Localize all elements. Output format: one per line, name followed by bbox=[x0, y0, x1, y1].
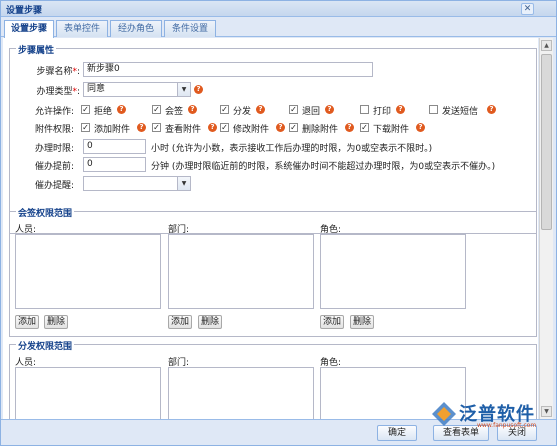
checkbox-reject[interactable]: ✓ bbox=[81, 105, 90, 114]
countersign-dept-delete-button[interactable]: 删除 bbox=[198, 315, 222, 329]
countersign-person-list[interactable] bbox=[15, 234, 161, 309]
checkbox-countersign[interactable]: ✓ bbox=[152, 105, 161, 114]
countersign-dept-list[interactable] bbox=[168, 234, 314, 309]
checkbox-add-attachment[interactable]: ✓ bbox=[81, 123, 90, 132]
checkbox-delete-attachment[interactable]: ✓ bbox=[289, 123, 298, 132]
ok-button[interactable]: 确定 bbox=[377, 425, 417, 441]
time-limit-note: 小时 (允许为小数，表示接收工作后办理的时限，为0或空表示不限时。) bbox=[151, 144, 433, 154]
time-limit-label: 办理时限: bbox=[34, 144, 74, 154]
help-icon[interactable]: ? bbox=[325, 105, 334, 114]
urge-advance-label: 催办提前: bbox=[34, 162, 74, 172]
edit-attachment-label: 修改附件 bbox=[233, 125, 270, 135]
tab-condition-settings[interactable]: 条件设置 bbox=[164, 20, 216, 37]
attach-perm-label: 附件权限: bbox=[34, 125, 74, 135]
help-icon[interactable]: ? bbox=[137, 123, 146, 132]
help-icon[interactable]: ? bbox=[276, 123, 285, 132]
send-sms-label: 发送短信 bbox=[442, 107, 479, 117]
checkbox-print[interactable] bbox=[360, 105, 369, 114]
step-properties-fieldset: 步骤属性 步骤名称*: 新步骤0 办理类型*: 同意 ▼ ? 允许操作: ✓ 拒… bbox=[9, 43, 537, 234]
close-icon[interactable]: ✕ bbox=[521, 3, 534, 15]
fanpu-logo: 泛普软件 www.fanpusoft.com bbox=[431, 397, 551, 435]
countersign-role-add-button[interactable]: 添加 bbox=[320, 315, 344, 329]
dialog-window: 设置步骤 ✕ 设置步骤 表单控件 经办角色 条件设置 步骤属性 步骤名称*: 新… bbox=[0, 0, 557, 446]
scrollbar-thumb[interactable] bbox=[541, 54, 552, 230]
distribute-person-list[interactable] bbox=[15, 367, 161, 419]
tab-form-controls[interactable]: 表单控件 bbox=[56, 20, 108, 37]
tab-step-settings[interactable]: 设置步骤 bbox=[4, 20, 54, 38]
countersign-scope-fieldset: 会签权限范围 人员: 添加 删除 部门: 添加 删除 角色: 添加 删除 bbox=[9, 206, 537, 337]
countersign-person-delete-button[interactable]: 删除 bbox=[44, 315, 68, 329]
logo-mark-icon bbox=[432, 402, 456, 426]
allow-ops-label: 允许操作: bbox=[34, 107, 74, 117]
help-icon[interactable]: ? bbox=[188, 105, 197, 114]
countersign-role-delete-button[interactable]: 删除 bbox=[350, 315, 374, 329]
add-attachment-label: 添加附件 bbox=[94, 125, 131, 135]
vertical-scrollbar[interactable]: ▲ ▼ bbox=[539, 38, 553, 419]
delete-attachment-label: 删除附件 bbox=[302, 125, 339, 135]
help-icon[interactable]: ? bbox=[117, 105, 126, 114]
help-icon[interactable]: ? bbox=[487, 105, 496, 114]
title-bar: 设置步骤 ✕ bbox=[1, 1, 556, 17]
step-name-input[interactable]: 新步骤0 bbox=[83, 62, 373, 77]
help-icon[interactable]: ? bbox=[208, 123, 217, 132]
countersign-scope-legend: 会签权限范围 bbox=[16, 206, 75, 219]
distribute-scope-legend: 分发权限范围 bbox=[16, 339, 75, 352]
distribute-label: 分发 bbox=[233, 107, 252, 117]
print-label: 打印 bbox=[373, 107, 392, 117]
handle-type-value: 同意 bbox=[87, 84, 106, 94]
download-attachment-label: 下载附件 bbox=[373, 125, 410, 135]
urge-advance-input[interactable]: 0 bbox=[83, 157, 146, 172]
step-properties-legend: 步骤属性 bbox=[16, 43, 57, 56]
countersign-person-add-button[interactable]: 添加 bbox=[15, 315, 39, 329]
tab-content: 步骤属性 步骤名称*: 新步骤0 办理类型*: 同意 ▼ ? 允许操作: ✓ 拒… bbox=[3, 38, 538, 419]
time-limit-input[interactable]: 0 bbox=[83, 139, 146, 154]
urge-advance-note: 分钟 (办理时限临近前的时限，系统催办时间不能超过办理时限，为0或空表示不催办。… bbox=[151, 162, 496, 172]
countersign-role-list[interactable] bbox=[320, 234, 466, 309]
chevron-down-icon[interactable]: ▼ bbox=[177, 83, 190, 96]
return-label: 退回 bbox=[302, 107, 321, 117]
countersign-label: 会签 bbox=[165, 107, 184, 117]
help-icon[interactable]: ? bbox=[396, 105, 405, 114]
reject-label: 拒绝 bbox=[94, 107, 113, 117]
logo-url: www.fanpusoft.com bbox=[477, 422, 537, 429]
countersign-dept-add-button[interactable]: 添加 bbox=[168, 315, 192, 329]
handle-type-select[interactable]: 同意 ▼ bbox=[83, 82, 191, 97]
scroll-up-icon[interactable]: ▲ bbox=[541, 40, 552, 51]
checkbox-view-attachment[interactable]: ✓ bbox=[152, 123, 161, 132]
tab-handler-roles[interactable]: 经办角色 bbox=[110, 20, 162, 37]
help-icon[interactable]: ? bbox=[416, 123, 425, 132]
urge-remind-label: 催办提醒: bbox=[34, 181, 74, 191]
help-icon[interactable]: ? bbox=[256, 105, 265, 114]
window-title: 设置步骤 bbox=[6, 6, 43, 16]
urge-remind-select[interactable]: ▼ bbox=[83, 176, 191, 191]
tab-bar: 设置步骤 表单控件 经办角色 条件设置 bbox=[1, 18, 556, 38]
view-attachment-label: 查看附件 bbox=[165, 125, 202, 135]
checkbox-return[interactable]: ✓ bbox=[289, 105, 298, 114]
checkbox-edit-attachment[interactable]: ✓ bbox=[220, 123, 229, 132]
help-icon[interactable]: ? bbox=[345, 123, 354, 132]
distribute-dept-list[interactable] bbox=[168, 367, 314, 419]
checkbox-distribute[interactable]: ✓ bbox=[220, 105, 229, 114]
step-name-label: 步骤名称*: bbox=[36, 67, 80, 77]
checkbox-download-attachment[interactable]: ✓ bbox=[360, 123, 369, 132]
checkbox-send-sms[interactable] bbox=[429, 105, 438, 114]
handle-type-label: 办理类型*: bbox=[36, 87, 80, 97]
help-icon[interactable]: ? bbox=[194, 85, 203, 94]
chevron-down-icon[interactable]: ▼ bbox=[177, 177, 190, 190]
